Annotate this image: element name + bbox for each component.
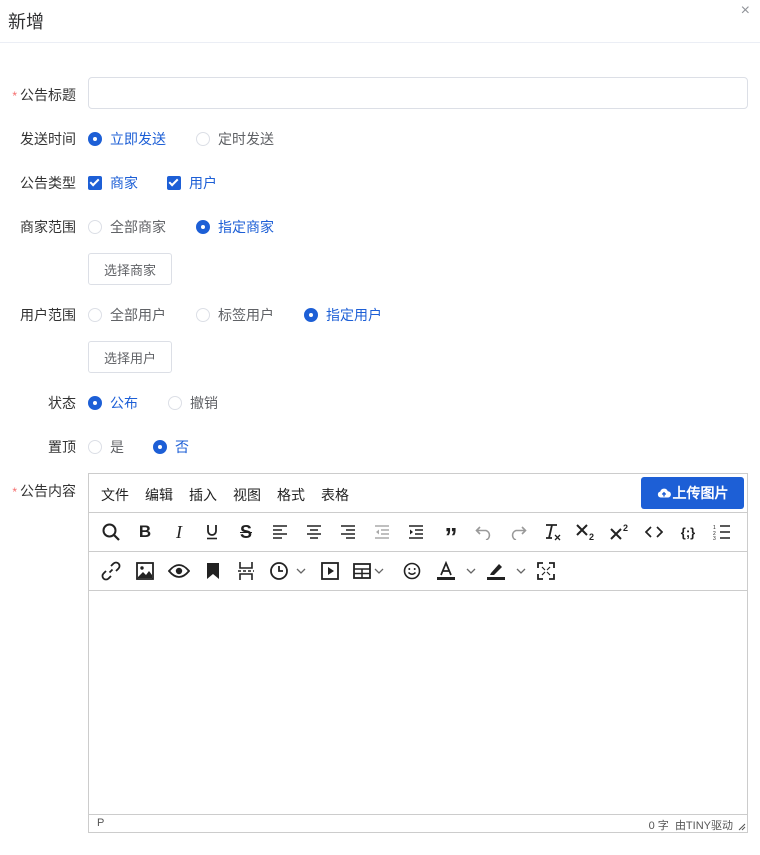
blockquote-icon[interactable]: ” [441, 519, 461, 550]
page-break-icon[interactable] [236, 558, 256, 584]
code-icon[interactable] [644, 519, 664, 545]
checkbox-merchant[interactable]: 商家 [88, 173, 138, 193]
upload-image-button[interactable]: 上传图片 [641, 477, 744, 509]
user-scope-label: 用户范围 [20, 307, 76, 323]
svg-text:2: 2 [589, 532, 594, 542]
title-label: * 公告标题 [12, 87, 76, 103]
close-icon[interactable]: × [741, 2, 750, 20]
text-color-icon[interactable] [436, 558, 478, 584]
radio-dot [153, 440, 167, 454]
radio-all-users[interactable]: 全部用户 [88, 305, 166, 325]
radio-revoke[interactable]: 撤销 [168, 393, 218, 413]
emoji-icon[interactable] [402, 558, 422, 584]
menu-table[interactable]: 表格 [321, 485, 349, 505]
media-icon[interactable] [320, 558, 340, 584]
element-path[interactable]: P [97, 817, 104, 829]
svg-text:3: 3 [713, 536, 716, 540]
clear-format-icon[interactable] [541, 519, 563, 545]
radio-dot [88, 396, 102, 410]
radio-specific-merchants[interactable]: 指定商家 [196, 217, 274, 237]
editor-toolbar-2 [89, 552, 747, 591]
send-time-label: 发送时间 [20, 131, 76, 147]
radio-dot [196, 308, 210, 322]
radio-dot [88, 132, 102, 146]
radio-dot [196, 132, 210, 146]
svg-text:2: 2 [623, 523, 628, 533]
radio-send-now[interactable]: 立即发送 [88, 129, 166, 149]
menu-format[interactable]: 格式 [277, 485, 305, 505]
editor-toolbar-1: B I S ” 2 2 {;} 1 2 3 [89, 513, 747, 552]
rich-text-editor: 文件 编辑 插入 视图 格式 表格 上传图片 B I S ” 2 2 {;} 1… [88, 473, 748, 833]
radio-dot [88, 220, 102, 234]
select-user-button[interactable]: 选择用户 [88, 341, 172, 373]
undo-icon[interactable] [474, 519, 494, 545]
search-icon[interactable] [100, 519, 122, 545]
pin-label: 置顶 [48, 439, 76, 455]
radio-pin-yes[interactable]: 是 [88, 437, 124, 457]
editor-content-area[interactable] [89, 591, 747, 815]
radio-publish[interactable]: 公布 [88, 393, 138, 413]
type-label: 公告类型 [20, 175, 76, 191]
editor-menubar: 文件 编辑 插入 视图 格式 表格 上传图片 [89, 474, 747, 513]
radio-dot [88, 308, 102, 322]
radio-all-merchants[interactable]: 全部商家 [88, 217, 166, 237]
checkbox-box [88, 176, 102, 190]
table-icon[interactable] [353, 558, 391, 584]
cloud-upload-icon [657, 488, 671, 498]
highlight-color-icon[interactable] [486, 558, 528, 584]
image-icon[interactable] [134, 558, 156, 584]
menu-view[interactable]: 视图 [233, 485, 261, 505]
checkbox-box [167, 176, 181, 190]
radio-dot [196, 220, 210, 234]
radio-specific-users[interactable]: 指定用户 [304, 305, 382, 325]
radio-tag-users[interactable]: 标签用户 [196, 305, 274, 325]
editor-statusbar: P 0 字 由TINY驱动 [89, 814, 747, 832]
bookmark-icon[interactable] [203, 558, 223, 584]
italic-icon[interactable]: I [169, 519, 189, 545]
word-count-and-branding: 0 字 由TINY驱动 [648, 820, 733, 832]
underline-icon[interactable] [202, 519, 222, 545]
radio-pin-no[interactable]: 否 [153, 437, 189, 457]
resize-handle-icon[interactable] [737, 822, 746, 831]
menu-file[interactable]: 文件 [101, 485, 129, 505]
menu-edit[interactable]: 编辑 [145, 485, 173, 505]
select-merchant-button[interactable]: 选择商家 [88, 253, 172, 285]
required-mark: * [12, 485, 17, 499]
insert-datetime-icon[interactable] [269, 558, 311, 584]
title-input[interactable] [88, 77, 748, 109]
indent-icon[interactable] [406, 519, 426, 545]
merchant-scope-label: 商家范围 [20, 219, 76, 235]
align-right-icon[interactable] [338, 519, 358, 545]
align-left-icon[interactable] [270, 519, 290, 545]
radio-dot [304, 308, 318, 322]
content-label: * 公告内容 [12, 483, 76, 499]
checkbox-user[interactable]: 用户 [167, 173, 217, 193]
dialog-title: 新增 [8, 12, 44, 32]
numbered-list-icon[interactable]: 123 [712, 519, 732, 545]
radio-dot [168, 396, 182, 410]
radio-dot [88, 440, 102, 454]
align-center-icon[interactable] [304, 519, 324, 545]
redo-icon[interactable] [508, 519, 528, 545]
fullscreen-icon[interactable] [536, 558, 556, 584]
code-sample-icon[interactable]: {;} [678, 519, 698, 545]
bold-icon[interactable]: B [135, 519, 155, 545]
outdent-icon[interactable] [372, 519, 392, 545]
radio-send-scheduled[interactable]: 定时发送 [196, 129, 274, 149]
preview-icon[interactable] [167, 558, 191, 584]
dialog-header: 新增 × [0, 0, 760, 43]
status-label: 状态 [48, 395, 76, 411]
subscript-icon[interactable]: 2 [575, 519, 597, 545]
strikethrough-icon[interactable]: S [235, 519, 257, 545]
link-icon[interactable] [100, 558, 122, 584]
superscript-icon[interactable]: 2 [609, 519, 631, 545]
required-mark: * [12, 89, 17, 103]
menu-insert[interactable]: 插入 [189, 485, 217, 505]
